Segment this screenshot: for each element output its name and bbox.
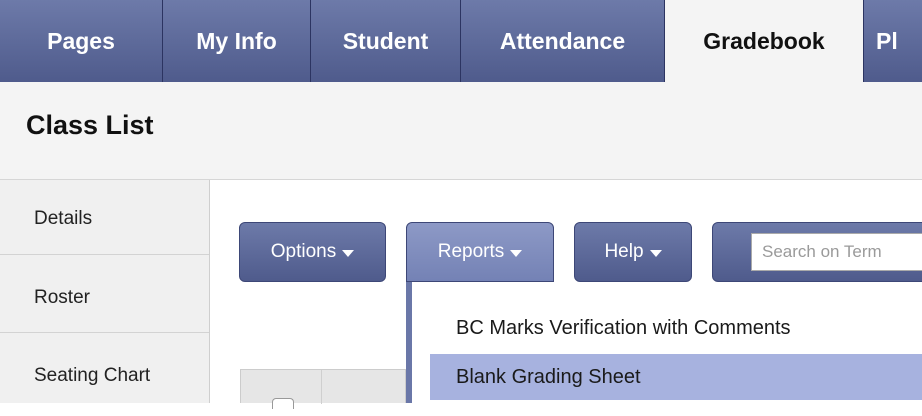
- menu-item-blank-grading-sheet[interactable]: Blank Grading Sheet: [430, 354, 922, 400]
- page-header: Class List: [0, 82, 922, 180]
- tab-label: Student: [342, 27, 429, 54]
- sidebar-item-roster[interactable]: Roster: [0, 258, 209, 333]
- tab-label: Gradebook: [703, 27, 825, 54]
- chevron-down-icon: [649, 249, 662, 257]
- sidebar-item-seating-chart[interactable]: Seating Chart: [0, 336, 209, 416]
- reports-button[interactable]: Reports: [406, 222, 554, 282]
- tab-student[interactable]: Student: [311, 0, 461, 82]
- sidebar-item-label: Seating Chart: [34, 365, 151, 386]
- sidebar-item-details[interactable]: Details: [0, 180, 209, 255]
- tab-label: Pl: [876, 27, 898, 54]
- tab-label: Pages: [47, 27, 115, 54]
- column-divider: [321, 370, 322, 404]
- search-container: [712, 222, 922, 282]
- search-input[interactable]: [751, 233, 922, 271]
- tab-gradebook[interactable]: Gradebook: [665, 0, 864, 82]
- menu-item-label: Blank Grading Sheet: [456, 365, 641, 388]
- tab-label: My Info: [196, 27, 277, 54]
- sidebar-item-label: Roster: [34, 287, 90, 308]
- page-title: Class List: [26, 110, 154, 140]
- tab-my-info[interactable]: My Info: [163, 0, 311, 82]
- help-button[interactable]: Help: [574, 222, 692, 282]
- sidebar: Details Roster Seating Chart: [0, 180, 210, 403]
- tab-label: Attendance: [499, 27, 626, 54]
- chevron-down-icon: [342, 249, 355, 257]
- tab-attendance[interactable]: Attendance: [461, 0, 665, 82]
- reports-button-label: Reports: [437, 241, 505, 262]
- menu-item-bc-marks-verification[interactable]: BC Marks Verification with Comments: [430, 305, 922, 351]
- select-all-checkbox[interactable]: [272, 398, 294, 409]
- chevron-down-icon: [510, 249, 523, 257]
- options-button-label: Options: [270, 241, 337, 262]
- sidebar-item-label: Details: [34, 208, 93, 229]
- menu-item-label: BC Marks Verification with Comments: [456, 316, 791, 339]
- options-button[interactable]: Options: [239, 222, 386, 282]
- table-header: [240, 369, 406, 409]
- top-navigation: Pages My Info Student Attendance Gradebo…: [0, 0, 922, 82]
- tab-planner[interactable]: Pl: [864, 0, 922, 82]
- tab-pages[interactable]: Pages: [0, 0, 163, 82]
- help-button-label: Help: [604, 241, 644, 262]
- reports-dropdown-menu: BC Marks Verification with Comments Blan…: [406, 282, 922, 403]
